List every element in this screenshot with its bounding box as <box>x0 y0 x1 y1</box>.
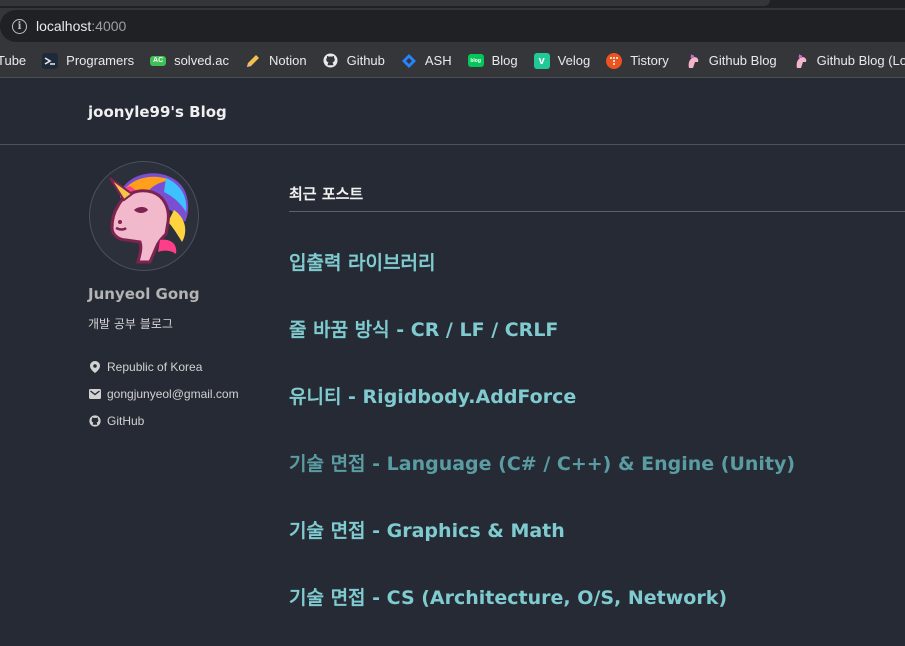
bookmark-label: Github <box>346 53 385 68</box>
bookmark-blog[interactable]: blog Blog <box>467 53 518 68</box>
author-links: Republic of Korea gongjunyeol@gmail.com … <box>89 353 239 434</box>
bookmark-github-blog-local[interactable]: Github Blog (Local) <box>793 53 905 69</box>
bookmark-label: solved.ac <box>174 53 229 68</box>
solvedac-icon: AC <box>150 55 167 66</box>
tab-strip <box>0 0 905 8</box>
bookmark-label: Tube <box>0 53 27 68</box>
bookmark-label: Notion <box>269 53 307 68</box>
map-marker-icon <box>89 360 101 373</box>
author-name: Junyeol Gong <box>88 285 200 303</box>
bookmarks-bar: Tube Programers AC solved.ac Notion Gith… <box>0 44 905 78</box>
jira-icon <box>401 53 417 69</box>
author-location: Republic of Korea <box>89 353 239 380</box>
omnibox[interactable]: i localhost:4000 <box>0 10 905 42</box>
post-item: 줄 바꿈 방식 - CR / LF / CRLF <box>289 315 795 382</box>
bookmark-label: Github Blog <box>708 53 777 68</box>
author-github-text: GitHub <box>107 413 145 428</box>
author-bio: 개발 공부 블로그 <box>88 317 173 331</box>
post-item: 유니티 - Rigidbody.AddForce <box>289 382 795 449</box>
velog-icon: v <box>533 52 550 69</box>
bookmark-label: Tistory <box>630 53 669 68</box>
post-title-link[interactable]: 입출력 라이브러리 <box>289 252 435 274</box>
bookmark-solvedac[interactable]: AC solved.ac <box>150 53 229 68</box>
bookmark-label: Blog <box>491 53 518 68</box>
bookmark-tistory[interactable]: Tistory <box>606 52 669 69</box>
unicorn-icon <box>793 53 809 69</box>
tistory-icon <box>606 52 623 69</box>
post-list: 입출력 라이브러리 줄 바꿈 방식 - CR / LF / CRLF 유니티 -… <box>289 248 795 646</box>
bookmark-label: ASH <box>424 53 452 68</box>
post-item: 기술 면접 - CS (Architecture, O/S, Network) <box>289 583 795 646</box>
post-title-link[interactable]: 기술 면접 - CS (Architecture, O/S, Network) <box>289 587 727 609</box>
bookmark-github-blog[interactable]: Github Blog <box>685 53 777 69</box>
naver-blog-icon: blog <box>467 54 484 67</box>
author-email[interactable]: gongjunyeol@gmail.com <box>89 380 239 407</box>
post-title-link[interactable]: 기술 면접 - Graphics & Math <box>289 520 565 542</box>
post-item-hovered: 기술 면접 - Language (C# / C++) & Engine (Un… <box>289 449 795 516</box>
post-item: 입출력 라이브러리 <box>289 248 795 315</box>
pencil-icon <box>245 53 261 69</box>
address-bar: i localhost:4000 <box>0 8 905 44</box>
active-tab[interactable] <box>0 0 770 6</box>
bookmark-velog[interactable]: v Velog <box>533 52 591 69</box>
bookmark-label: Github Blog (Local) <box>816 53 905 68</box>
site-masthead: joonyle99's Blog <box>0 79 905 145</box>
url-text[interactable]: localhost:4000 <box>36 18 126 34</box>
github-icon <box>323 53 339 69</box>
post-title-link[interactable]: 유니티 - Rigidbody.AddForce <box>289 386 576 408</box>
github-icon <box>89 414 101 427</box>
author-email-text: gongjunyeol@gmail.com <box>107 386 239 401</box>
bookmark-youtube[interactable]: Tube <box>0 53 26 68</box>
unicorn-icon <box>685 53 701 69</box>
envelope-icon <box>89 388 101 400</box>
author-location-text: Republic of Korea <box>107 359 203 374</box>
bookmark-label: Velog <box>557 53 591 68</box>
post-title-link[interactable]: 기술 면접 - Language (C# / C++) & Engine (Un… <box>289 453 795 475</box>
url-port: :4000 <box>91 18 127 34</box>
unicorn-avatar-icon <box>109 173 189 264</box>
post-title-link[interactable]: 줄 바꿈 방식 - CR / LF / CRLF <box>289 319 558 341</box>
recent-posts-heading: 최근 포스트 <box>289 183 905 212</box>
programmers-icon <box>42 52 59 69</box>
site-title-link[interactable]: joonyle99's Blog <box>88 103 227 121</box>
info-icon[interactable]: i <box>12 18 27 34</box>
url-host: localhost <box>36 18 92 34</box>
bookmark-label: Programers <box>66 53 135 68</box>
bookmark-programers[interactable]: Programers <box>42 52 135 69</box>
author-avatar <box>89 161 199 271</box>
bookmark-github[interactable]: Github <box>323 53 385 69</box>
bookmark-ash[interactable]: ASH <box>401 53 452 69</box>
author-github[interactable]: GitHub <box>89 407 239 434</box>
bookmark-notion[interactable]: Notion <box>245 53 307 69</box>
post-item: 기술 면접 - Graphics & Math <box>289 516 795 583</box>
